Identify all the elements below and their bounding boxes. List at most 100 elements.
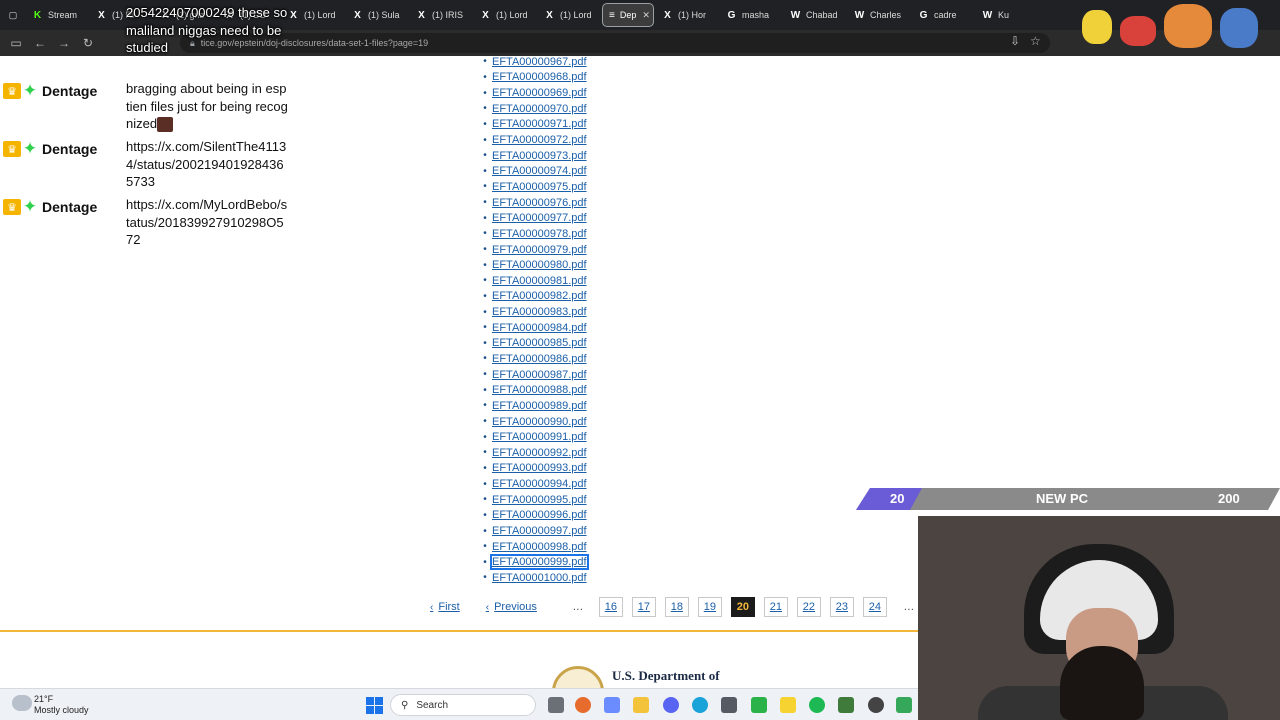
sparkle-badge-icon: ✦ (22, 197, 38, 216)
browser-tab[interactable]: Gcadre (912, 3, 974, 27)
tab-active[interactable]: ≡ Dep ✕ (602, 3, 654, 27)
windows-taskbar: 21°F Mostly cloudy ⚲ Search (0, 688, 918, 720)
file-list: EFTA00000967.pdf EFTA00000968.pdf EFTA0000… (478, 54, 589, 586)
pdf-file-link[interactable]: EFTA00000967.pdf (492, 56, 587, 68)
pdf-file-link[interactable]: EFTA00000973.pdf (492, 150, 587, 162)
browser-tab[interactable]: X (1) Sula (346, 3, 408, 27)
pdf-file-link[interactable]: EFTA00000969.pdf (492, 87, 587, 99)
page-number-link[interactable]: 24 (862, 597, 887, 617)
pdf-file-link[interactable]: EFTA00000995.pdf (492, 494, 587, 506)
browser-tab[interactable]: X (1) Lord (538, 3, 600, 27)
pdf-file-link[interactable]: EFTA00000976.pdf (492, 197, 587, 209)
page-number-link[interactable]: 19 (697, 597, 722, 617)
tab-favicon-icon: X (482, 9, 489, 21)
copilot-icon[interactable] (604, 697, 620, 713)
goal-title: NEW PC (1036, 491, 1088, 506)
browser-tab[interactable]: W Ku (976, 3, 1038, 27)
tab-close-icon[interactable]: ✕ (642, 10, 650, 21)
windows-start-icon[interactable] (366, 697, 383, 714)
blue-sprite-icon (1220, 8, 1258, 48)
pdf-file-link[interactable]: EFTA00000986.pdf (492, 353, 587, 365)
file-explorer-icon[interactable] (633, 697, 649, 713)
save-page-icon[interactable]: ⇩ (1010, 34, 1020, 48)
file-list-item: EFTA00000983.pdf (478, 304, 587, 320)
pdf-file-link[interactable]: EFTA00000980.pdf (492, 259, 587, 271)
task-view-icon[interactable] (548, 697, 564, 713)
obs-icon[interactable] (868, 697, 884, 713)
tab-favicon-icon: X (418, 9, 425, 21)
file-list-item: EFTA00000990.pdf (478, 414, 587, 430)
page-number-link[interactable]: 17 (631, 597, 656, 617)
browser-tab[interactable]: Gmasha (720, 3, 782, 27)
pdf-file-link[interactable]: EFTA00000997.pdf (492, 525, 587, 537)
page-number-link[interactable]: 21 (763, 597, 788, 617)
browser-tab[interactable]: W Chabad (784, 3, 846, 27)
taskbar-search-box[interactable]: ⚲ Search (390, 694, 536, 716)
file-list-item: EFTA00000999.pdf (478, 554, 589, 571)
file-list-item: EFTA00000984.pdf (478, 320, 587, 336)
file-list-item: EFTA00000992.pdf (478, 445, 587, 461)
previous-page-link[interactable]: ‹ Previous (486, 601, 537, 613)
spotify-icon[interactable] (809, 697, 825, 713)
tab-label: Charles (870, 10, 902, 20)
pdf-file-link[interactable]: EFTA00000998.pdf (492, 541, 587, 553)
pdf-file-link[interactable]: EFTA00000987.pdf (492, 369, 587, 381)
pdf-file-link[interactable]: EFTA00001000.pdf (492, 572, 587, 584)
pdf-file-link[interactable]: EFTA00000988.pdf (492, 384, 587, 396)
pdf-file-link[interactable]: EFTA00000971.pdf (492, 118, 587, 130)
chat-message-text: https://x.com/SilentThe41134/status/2002… (126, 138, 288, 191)
pdf-file-link[interactable]: EFTA00000981.pdf (492, 275, 587, 287)
tab-label: Chabad (806, 10, 838, 20)
pdf-file-link[interactable]: EFTA00000996.pdf (492, 509, 587, 521)
page-number-link[interactable]: 16 (598, 597, 623, 617)
pdf-file-link[interactable]: EFTA00000975.pdf (492, 181, 587, 193)
file-list-item: EFTA00000995.pdf (478, 492, 587, 508)
browser-tab[interactable]: W Charles (848, 3, 910, 27)
pdf-file-link[interactable]: EFTA00000970.pdf (492, 103, 587, 115)
browser-tab[interactable]: X (1) IRIS (410, 3, 472, 27)
browser-tab[interactable]: X (1) Lord (282, 3, 344, 27)
pdf-file-link[interactable]: EFTA00000989.pdf (492, 400, 587, 412)
app-icon[interactable] (896, 697, 912, 713)
page-number-link[interactable]: 18 (664, 597, 689, 617)
pdf-file-link[interactable]: EFTA00000979.pdf (492, 244, 587, 256)
pdf-file-link[interactable]: EFTA00000984.pdf (492, 322, 587, 334)
pdf-file-link[interactable]: EFTA00000983.pdf (492, 306, 587, 318)
chat-message-body: bragging about being in esptien files ju… (126, 81, 288, 131)
pdf-file-link[interactable]: EFTA00000968.pdf (492, 71, 587, 83)
pdf-file-link[interactable]: EFTA00000999.pdf (490, 554, 589, 571)
bookmark-star-icon[interactable]: ☆ (1030, 34, 1041, 48)
sticky-notes-icon[interactable] (780, 697, 796, 713)
browser-tab[interactable]: X (1) Lord (474, 3, 536, 27)
pdf-file-link[interactable]: EFTA00000977.pdf (492, 212, 587, 224)
pdf-file-link[interactable]: EFTA00000993.pdf (492, 462, 587, 474)
pdf-file-link[interactable]: EFTA00000990.pdf (492, 416, 587, 428)
file-list-item: EFTA00000985.pdf (478, 336, 587, 352)
pdf-file-link[interactable]: EFTA00000974.pdf (492, 165, 587, 177)
edge-icon[interactable] (692, 697, 708, 713)
page-number-link[interactable]: 23 (829, 597, 854, 617)
firefox-icon[interactable] (575, 697, 591, 713)
weather-icon[interactable] (12, 695, 32, 711)
current-page-number[interactable]: 20 (730, 597, 755, 617)
webcam-feed (918, 516, 1280, 720)
pdf-file-link[interactable]: EFTA00000985.pdf (492, 337, 587, 349)
feather-app-icon[interactable] (838, 697, 854, 713)
file-list-item: EFTA00000969.pdf (478, 85, 587, 101)
pdf-file-link[interactable]: EFTA00000991.pdf (492, 431, 587, 443)
pdf-file-link[interactable]: EFTA00000992.pdf (492, 447, 587, 459)
discord-icon[interactable] (663, 697, 679, 713)
pdf-file-link[interactable]: EFTA00000978.pdf (492, 228, 587, 240)
file-list-item: EFTA00000970.pdf (478, 101, 587, 117)
pdf-file-link[interactable]: EFTA00000994.pdf (492, 478, 587, 490)
weather-description: Mostly cloudy (34, 705, 89, 715)
browser-tab[interactable]: X (1) Hor (656, 3, 718, 27)
store-icon[interactable] (721, 697, 737, 713)
pdf-file-link[interactable]: EFTA00000982.pdf (492, 290, 587, 302)
page-number-link[interactable]: 22 (796, 597, 821, 617)
pdf-file-link[interactable]: EFTA00000972.pdf (492, 134, 587, 146)
address-bar[interactable]: 🔒︎ tice.gov/epstein/doj-disclosures/data… (180, 33, 1050, 53)
kick-icon[interactable] (751, 697, 767, 713)
pagination-ellipsis-start: … (572, 601, 584, 613)
first-page-link[interactable]: ‹ First (430, 601, 460, 613)
